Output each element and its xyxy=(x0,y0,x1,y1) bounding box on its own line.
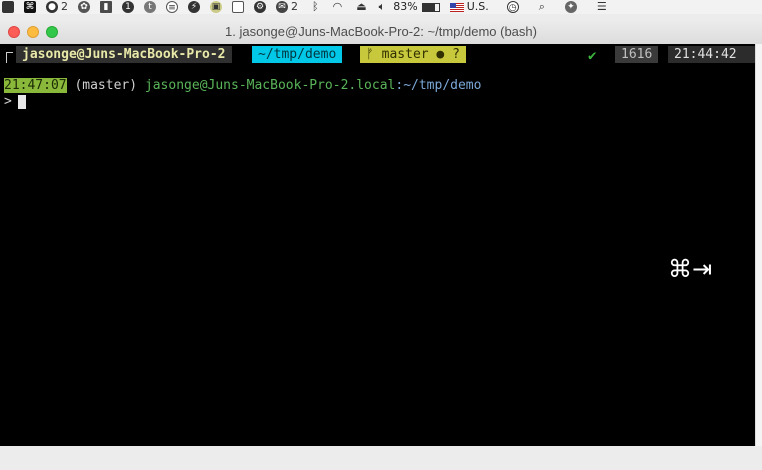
notification-icon[interactable]: ☰ xyxy=(597,0,607,14)
success-check-icon: ✔ xyxy=(588,48,597,64)
bluetooth-icon[interactable]: ᛒ xyxy=(312,0,319,14)
prompt-line: 21:47:07 (master) jasonge@Juns-MacBook-P… xyxy=(4,78,481,94)
branch-icon: ᚠ xyxy=(366,47,374,62)
box-icon[interactable]: ▣ xyxy=(210,0,222,14)
menu-bar: ⌘ ● 2 ✿ ▮ 1 t ≡ ⚡ ▣ ⚙ ✉ 2 ᛒ ◠ ⏏ 🔈︎ 83% U.S… xyxy=(0,0,762,14)
app-status-icon[interactable]: ● 2 xyxy=(46,0,68,14)
powerline-history: 1616 xyxy=(621,47,653,62)
window-title: 1. jasonge@Juns-MacBook-Pro-2: ~/tmp/dem… xyxy=(225,24,537,39)
powerline-user: jasonge@Juns-MacBook-Pro-2 xyxy=(22,47,226,62)
search-icon[interactable]: ⌕ xyxy=(539,0,545,14)
window-bottom-edge xyxy=(0,446,762,470)
compass-icon[interactable]: ✦ xyxy=(564,0,577,14)
clock-icon[interactable]: ◷ xyxy=(506,0,519,14)
powerline-branch: master ● ? xyxy=(381,47,460,62)
flag-icon[interactable] xyxy=(449,0,464,14)
lightning-icon[interactable]: ⚡ xyxy=(188,0,200,14)
powerline-time: 21:44:42 xyxy=(674,47,737,62)
input-source[interactable]: U.S. xyxy=(467,0,489,14)
command-icon[interactable]: ⌘ xyxy=(24,0,36,14)
wifi-icon[interactable]: ◠ xyxy=(333,0,343,14)
text-cursor xyxy=(17,94,26,109)
eject-icon[interactable]: ⏏ xyxy=(356,0,366,14)
prompt-branch: (master) xyxy=(74,78,138,93)
clipboard-icon[interactable]: ≡ xyxy=(166,0,178,14)
bookmark-icon[interactable]: ▮ xyxy=(100,0,112,14)
powerline-status: jasonge@Juns-MacBook-Pro-2 ~/tmp/demo ᚠ … xyxy=(0,46,755,64)
app-status-count: 2 xyxy=(61,0,68,13)
volume-icon[interactable]: 🔈︎ xyxy=(379,0,386,14)
prompt-caret: > xyxy=(4,94,12,109)
powerline-dir-segment: ~/tmp/demo xyxy=(252,46,343,63)
wechat-count: 2 xyxy=(291,0,298,13)
input-line[interactable]: > xyxy=(4,94,26,110)
gear-icon[interactable]: ⚙ xyxy=(254,0,266,14)
prompt-host: jasonge@Juns-MacBook-Pro-2.local xyxy=(144,78,396,93)
title-bar[interactable]: 1. jasonge@Juns-MacBook-Pro-2: ~/tmp/dem… xyxy=(0,20,762,44)
one-password-icon[interactable]: 1 xyxy=(122,0,134,14)
powerline-git-segment: ᚠ master ● ? xyxy=(360,46,466,63)
prompt-separator: : xyxy=(395,78,404,93)
keyboard-shortcut-overlay: ⌘⇥ xyxy=(668,255,713,283)
scrollbar[interactable] xyxy=(755,44,762,446)
window-icon[interactable] xyxy=(232,0,244,14)
leaf-icon[interactable]: ✿ xyxy=(78,0,90,14)
powerline-dir: ~/tmp/demo xyxy=(258,47,337,62)
terminal-pane[interactable]: jasonge@Juns-MacBook-Pro-2 ~/tmp/demo ᚠ … xyxy=(0,44,755,446)
powerline-user-segment: jasonge@Juns-MacBook-Pro-2 xyxy=(16,46,232,63)
status-icon[interactable] xyxy=(2,0,14,14)
prompt-path: ~/tmp/demo xyxy=(403,78,482,93)
battery-icon[interactable] xyxy=(421,0,440,14)
powerline-history-segment: 1616 xyxy=(615,46,659,63)
tab-icon[interactable]: t xyxy=(144,0,156,14)
powerline-time-segment: 21:44:42 xyxy=(668,46,755,63)
wechat-icon[interactable]: ✉ 2 xyxy=(276,0,298,14)
battery-percent[interactable]: 83% xyxy=(393,0,417,14)
prompt-clock: 21:47:07 xyxy=(4,78,67,93)
